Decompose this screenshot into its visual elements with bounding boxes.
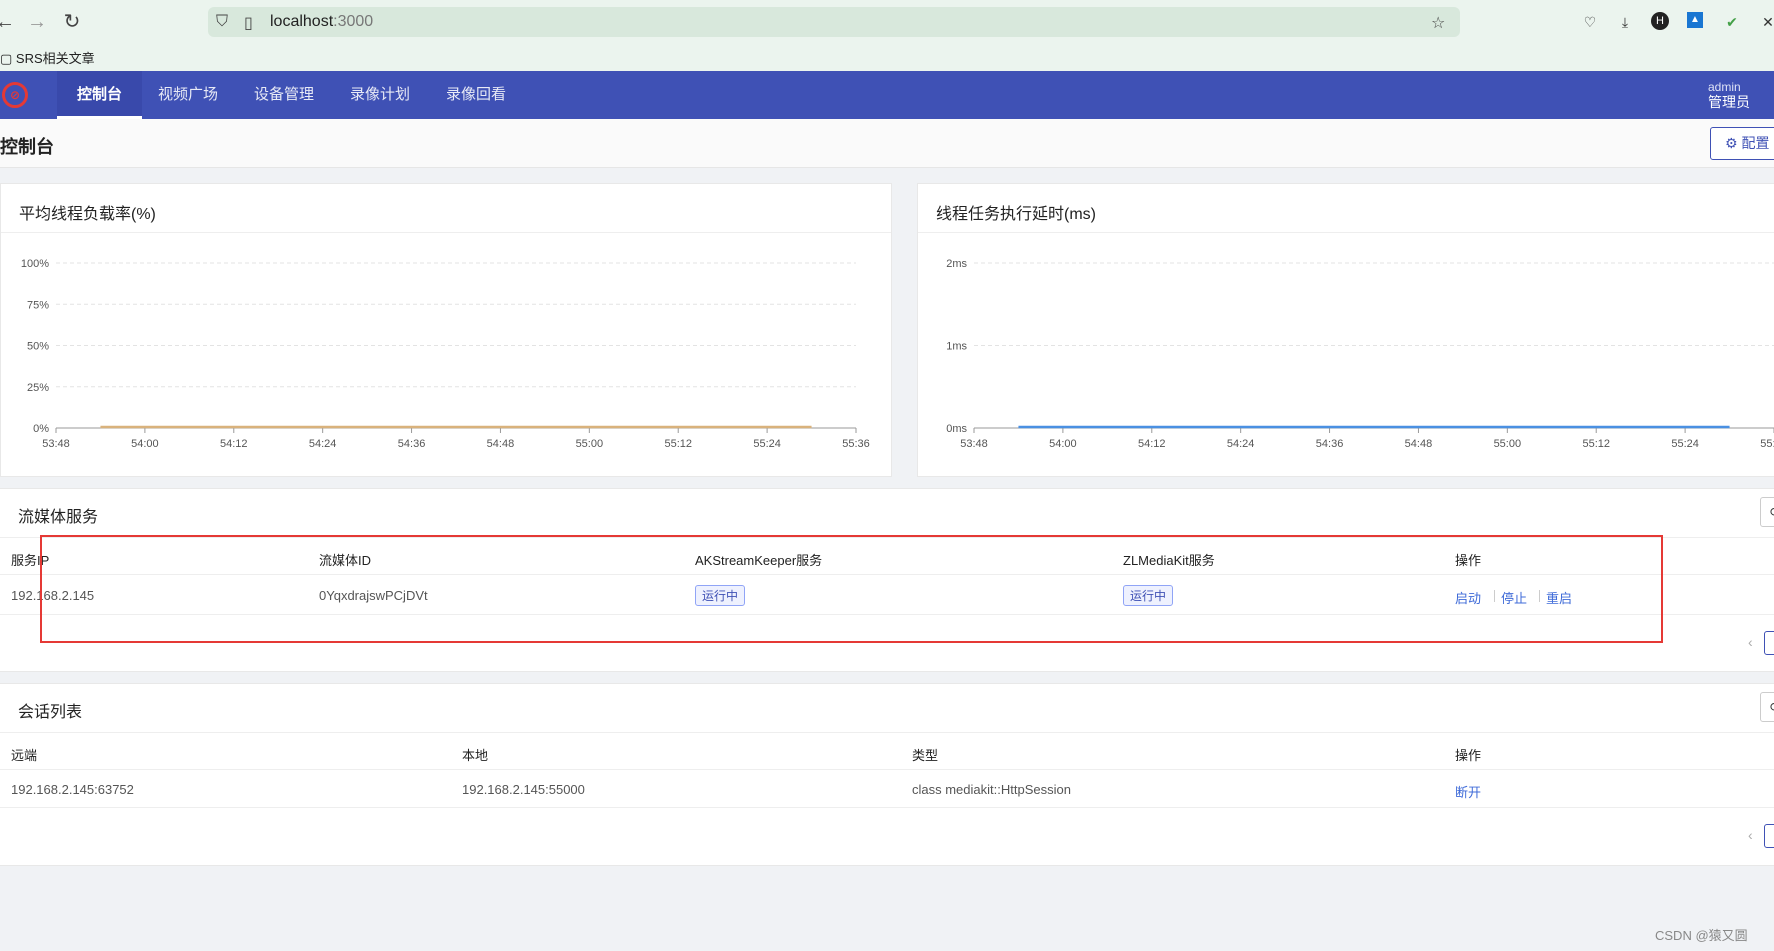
- column-header: 类型: [912, 748, 939, 763]
- pager-current[interactable]: [1764, 631, 1774, 655]
- bookmark-extension-icon[interactable]: ▲: [1687, 12, 1703, 28]
- x-tick-label: 54:12: [220, 438, 248, 450]
- y-tick-label: 25%: [27, 382, 49, 394]
- x-tick-label: 53:48: [42, 438, 70, 450]
- logo-icon: ⊘: [2, 82, 28, 108]
- y-tick-label: 0%: [33, 423, 49, 435]
- close-icon[interactable]: ✕: [1758, 12, 1774, 32]
- refresh-button[interactable]: ⟳: [1760, 692, 1774, 722]
- pager-prev-icon[interactable]: ‹: [1748, 827, 1753, 843]
- x-tick-label: 55:00: [1494, 438, 1522, 450]
- x-tick-label: 55:24: [753, 438, 781, 450]
- app-header: ⊘ 控制台 视频广场 设备管理 录像计划 录像回看 admin 管理员: [0, 71, 1774, 119]
- x-tick-label: 54:00: [1049, 438, 1077, 450]
- remote-address: 192.168.2.145:63752: [11, 782, 134, 797]
- user-menu[interactable]: admin 管理员: [1708, 81, 1750, 111]
- address-bar[interactable]: ⛉ ▯ localhost:3000 ☆: [208, 7, 1460, 37]
- x-tick-label: 54:12: [1138, 438, 1166, 450]
- disconnect-button[interactable]: 断开: [1455, 782, 1481, 801]
- bookmark-bar: ▢ SRS相关文章: [0, 44, 1774, 71]
- download-icon[interactable]: ⤓: [1615, 12, 1635, 32]
- forward-icon[interactable]: →: [26, 11, 48, 33]
- local-address: 192.168.2.145:55000: [462, 782, 585, 797]
- chart-card-load: 平均线程负载率(%) 0% 25% 50% 75% 100% 53:48 54:00 54:1…: [0, 183, 892, 477]
- column-header: 操作: [1455, 748, 1482, 763]
- x-tick-label: 54:24: [309, 438, 337, 450]
- nav-dashboard[interactable]: 控制台: [57, 71, 143, 119]
- y-tick-label: 100%: [21, 258, 49, 270]
- x-tick-label: 55:12: [664, 438, 692, 450]
- table-row: 192.168.2.145:63752 192.168.2.145:55000 …: [0, 770, 1774, 808]
- h-extension-icon[interactable]: H: [1651, 12, 1669, 30]
- config-button[interactable]: ⚙ 配置: [1710, 127, 1774, 160]
- y-tick-label: 2ms: [946, 258, 967, 270]
- browser-toolbar: ← → ↻ ⛉ ▯ localhost:3000 ☆ ♡ ⤓ H ▲ ✔ ✕: [0, 0, 1774, 44]
- star-icon[interactable]: ☆: [1431, 13, 1445, 33]
- nav-record-playback[interactable]: 录像回看: [426, 71, 526, 119]
- load-chart: 0% 25% 50% 75% 100% 53:48 54:00 54:12 54:24 54:36…: [21, 258, 870, 450]
- page-title: 控制台: [0, 137, 54, 157]
- section-title: 会话列表: [18, 704, 83, 721]
- pager-current[interactable]: [1764, 824, 1774, 848]
- section-title: 流媒体服务: [18, 509, 99, 526]
- x-tick-label: 54:36: [398, 438, 426, 450]
- pocket-icon[interactable]: ♡: [1580, 12, 1600, 32]
- page-icon: ▯: [244, 15, 253, 32]
- x-tick-label: 55:00: [576, 438, 604, 450]
- gear-icon: ⚙: [1725, 135, 1738, 151]
- x-tick-label: 55:12: [1582, 438, 1610, 450]
- url-text: localhost:3000: [270, 13, 374, 30]
- x-tick-label: 54:24: [1227, 438, 1255, 450]
- chart-title: 线程任务执行延时(ms): [936, 206, 1096, 223]
- chart-title: 平均线程负载率(%): [19, 206, 156, 223]
- session-type: class mediakit::HttpSession: [912, 782, 1071, 797]
- y-tick-label: 1ms: [946, 341, 967, 353]
- x-tick-label: 54:48: [487, 438, 515, 450]
- highlight-box: [40, 535, 1663, 643]
- watermark: CSDN @猿又圆: [1655, 928, 1748, 943]
- shield-check-icon[interactable]: ✔: [1722, 12, 1742, 32]
- session-list-section: 会话列表 ⟳ 远端 本地 类型 操作 192.168.2.145:63752 1…: [0, 683, 1774, 866]
- back-icon[interactable]: ←: [0, 11, 16, 33]
- pager-prev-icon[interactable]: ‹: [1748, 634, 1753, 650]
- y-tick-label: 75%: [27, 299, 49, 311]
- y-tick-label: 50%: [27, 341, 49, 353]
- chart-card-delay: 线程任务执行延时(ms) 0ms 1ms 2ms 53:48 54:00 54:12 54:…: [917, 183, 1774, 477]
- reload-icon[interactable]: ↻: [61, 11, 83, 33]
- nav-device-management[interactable]: 设备管理: [234, 71, 334, 119]
- x-tick-label: 53:48: [960, 438, 988, 450]
- nav-record-plan[interactable]: 录像计划: [330, 71, 430, 119]
- y-tick-label: 0ms: [946, 423, 967, 435]
- x-tick-label: 55:24: [1671, 438, 1699, 450]
- x-tick-label: 54:00: [131, 438, 159, 450]
- x-tick-label: 55:36: [1760, 438, 1774, 450]
- table-header-row: 远端 本地 类型 操作: [0, 732, 1774, 770]
- page-header: 控制台 ⚙ 配置: [0, 119, 1774, 168]
- shield-icon: ⛉: [216, 13, 229, 30]
- nav-video-square[interactable]: 视频广场: [138, 71, 238, 119]
- delay-chart: 0ms 1ms 2ms 53:48 54:00 54:12 54:24 54:36 54:48 5…: [946, 258, 1774, 450]
- x-tick-label: 55:36: [842, 438, 870, 450]
- bookmark-item[interactable]: ▢ SRS相关文章: [0, 48, 95, 67]
- column-header: 远端: [11, 748, 38, 763]
- column-header: 本地: [462, 748, 489, 763]
- x-tick-label: 54:36: [1316, 438, 1344, 450]
- refresh-button[interactable]: ⟳: [1760, 497, 1774, 527]
- x-tick-label: 54:48: [1405, 438, 1433, 450]
